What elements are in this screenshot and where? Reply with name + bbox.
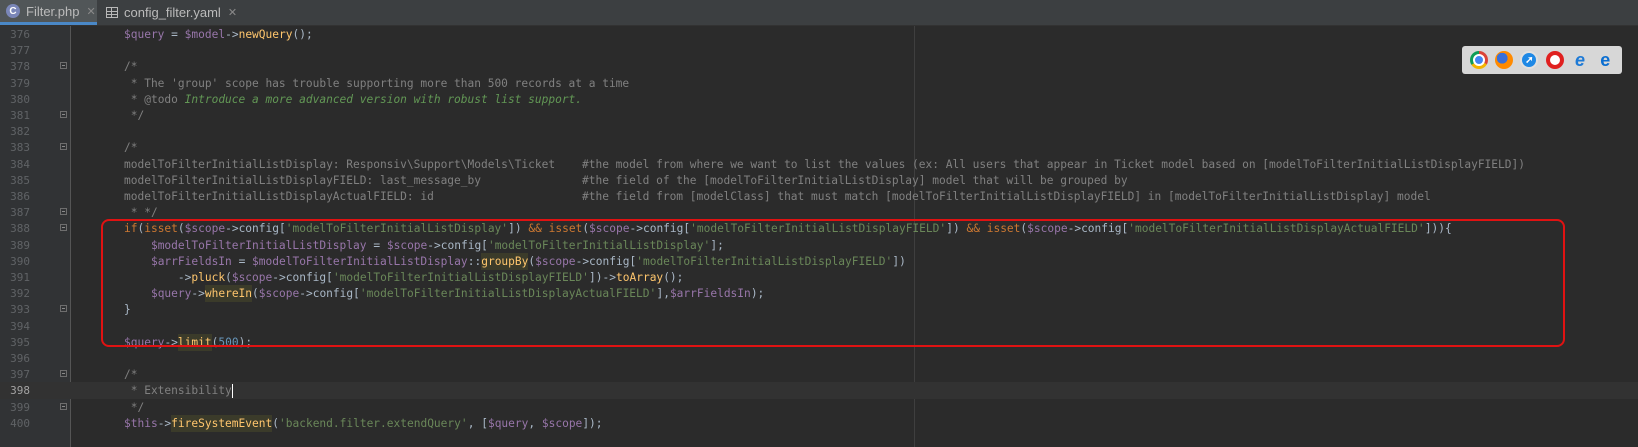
code-token: ( [272,416,280,430]
line-number: 377 [10,44,30,58]
line-number: 396 [10,352,30,365]
close-icon[interactable]: ✕ [228,6,237,19]
code-token: $scope [541,416,583,430]
line-number: 388 [10,222,30,236]
line-number: 380 [10,92,30,106]
code-line[interactable]: 400 $this -> fireSystemEvent('backend.filte… [0,414,1638,432]
fold-toggle-icon[interactable] [60,208,67,216]
code-line[interactable]: 377 [0,42,1638,59]
code-token: * Extensibility [124,384,232,398]
chrome-icon[interactable] [1469,51,1488,69]
code-token: $this [124,416,158,430]
line-number: 397 [10,368,30,382]
line-number: 393 [10,303,30,317]
line-number: 389 [10,238,30,252]
code-token: = [164,28,185,41]
internet-explorer-icon[interactable]: e [1571,50,1589,70]
code-token: * [124,92,145,106]
browser-preview-bar: ➚ e e [1462,46,1622,74]
line-number: 395 [10,335,30,349]
line-number: 382 [10,125,30,139]
tab-label: Filter.php [26,3,80,19]
line-number: 400 [10,416,30,430]
line-number: 394 [10,319,30,333]
text-cursor [231,384,233,399]
code-line[interactable]: 384 modelToFilterInitialListDisplay: Resp… [0,156,1638,173]
line-number: 399 [10,400,30,414]
line-number: 385 [10,173,30,187]
code-token: fireSystemEvent [171,414,273,432]
code-line[interactable]: 381 */ [0,107,1638,124]
line-number: 384 [10,157,30,171]
code-line[interactable]: 386 modelToFilterInitialListDisplayActual… [0,188,1638,205]
highlight-annotation-box [101,219,1565,347]
code-line[interactable]: 385 modelToFilterInitialListDisplayFIELD:… [0,172,1638,189]
firefox-icon[interactable] [1494,51,1513,69]
fold-toggle-icon[interactable] [60,402,67,410]
line-number: 390 [10,254,30,268]
edge-icon[interactable]: e [1596,50,1614,70]
code-token: $model [184,28,226,41]
code-line[interactable]: 376 $query = $model -> newQuery (); [0,26,1638,43]
fold-toggle-icon[interactable] [60,305,67,313]
opera-icon[interactable] [1545,51,1564,69]
code-token: modelToFilterInitialListDisplayActualFIE… [124,190,1431,203]
safari-icon[interactable]: ➚ [1520,51,1539,69]
code-token: /* [124,141,138,155]
line-number: 381 [10,109,30,122]
code-token: */ [124,400,145,414]
code-line[interactable]: 383 /* [0,139,1638,156]
code-line[interactable]: 378 /* [0,58,1638,75]
code-token: -> [225,28,239,41]
fold-toggle-icon[interactable] [60,370,67,378]
line-number: 383 [10,141,30,155]
code-token: modelToFilterInitialListDisplay: Respons… [124,157,1525,171]
yaml-table-icon [106,7,118,18]
line-number: 379 [10,76,30,90]
code-line[interactable]: 380 * @todo Introduce a more advanced ve… [0,91,1638,108]
tab-filter-php[interactable]: C Filter.php ✕ [0,0,97,25]
fold-toggle-icon[interactable] [60,143,67,151]
line-number: 378 [10,60,30,74]
code-token: , [ [467,416,488,430]
code-token: @todo [144,92,178,106]
code-line[interactable]: 399 */ [0,399,1638,416]
fold-toggle-icon[interactable] [60,111,67,118]
fold-toggle-icon[interactable] [60,224,67,232]
code-line[interactable]: 398 * Extensibility [0,382,1638,400]
code-token: /* [124,368,138,382]
line-number: 391 [10,271,30,284]
editor-tab-bar: C Filter.php ✕ config_filter.yaml ✕ [0,0,1638,26]
code-line[interactable]: 397 /* [0,366,1638,383]
fold-toggle-icon[interactable] [60,62,67,70]
tab-label: config_filter.yaml [124,5,221,20]
code-token: modelToFilterInitialListDisplayFIELD: la… [124,173,1128,187]
close-icon[interactable]: ✕ [86,5,95,18]
code-token: $query [124,28,165,41]
line-number: 386 [10,190,30,203]
code-token: , [528,416,542,430]
code-line[interactable]: 396 [0,350,1638,367]
php-icon: C [6,4,20,18]
code-token: 'backend.filter.extendQuery' [279,416,468,430]
code-token: newQuery [238,28,293,41]
code-token: * The 'group' scope has trouble supporti… [124,76,630,90]
code-token: (); [292,28,313,41]
line-number: 376 [10,28,30,41]
line-number: 398 [10,384,30,398]
code-token: ]); [582,416,603,430]
code-token: */ [124,109,145,122]
tab-config-filter-yaml[interactable]: config_filter.yaml ✕ [100,0,238,25]
code-token: $query [487,416,529,430]
code-line[interactable]: 382 [0,123,1638,140]
line-number: 392 [10,287,30,301]
code-token: -> [157,416,172,430]
code-token: /* [124,60,138,74]
line-number: 387 [10,206,30,220]
code-token: Introduce a more advanced version with r… [177,92,583,106]
code-line[interactable]: 379 * The 'group' scope has trouble supp… [0,75,1638,92]
